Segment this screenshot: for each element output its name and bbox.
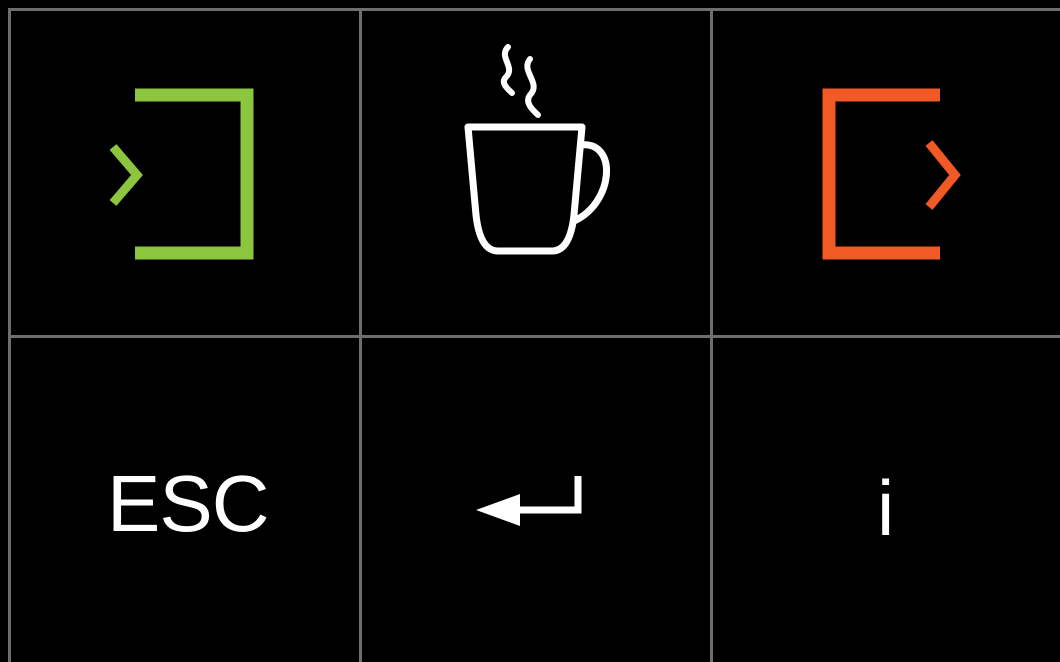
info-label: i bbox=[877, 464, 895, 552]
check-in-icon bbox=[109, 88, 254, 260]
check-out-icon bbox=[822, 88, 961, 260]
check-out-button[interactable] bbox=[713, 11, 1060, 335]
check-in-button[interactable] bbox=[11, 11, 359, 335]
terminal-keypad: ESC i bbox=[0, 0, 1060, 662]
enter-arrow-icon bbox=[476, 476, 582, 526]
escape-button[interactable]: ESC bbox=[11, 338, 359, 662]
enter-button[interactable] bbox=[362, 338, 710, 662]
escape-label: ESC bbox=[107, 459, 269, 548]
break-button[interactable] bbox=[362, 11, 710, 335]
info-button[interactable]: i bbox=[713, 338, 1060, 662]
coffee-cup-icon bbox=[464, 44, 610, 255]
